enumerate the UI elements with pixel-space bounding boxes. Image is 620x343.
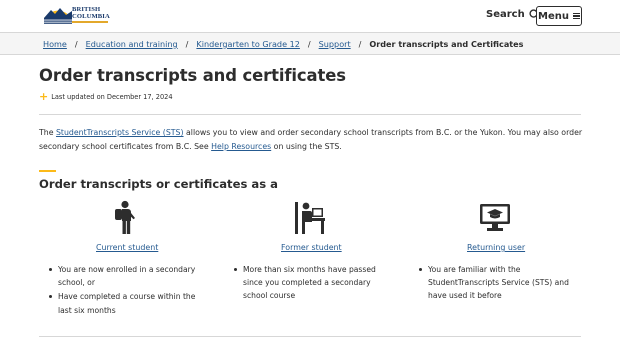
breadcrumb-k12[interactable]: Kindergarten to Grade 12	[196, 38, 300, 50]
search-button[interactable]: Search	[486, 9, 540, 20]
logo-wordmark: BRITISH COLUMBIA	[72, 6, 110, 20]
search-label: Search	[486, 9, 525, 20]
last-updated-text: Last updated on December 17, 2024	[51, 93, 173, 101]
list-item: More than six months have passed since y…	[224, 263, 394, 303]
intro-paragraph: The StudentTranscripts Service (STS) all…	[39, 126, 584, 153]
returning-user-bullets: You are familiar with the StudentTranscr…	[409, 263, 579, 304]
breadcrumb-separator: /	[358, 39, 362, 49]
sts-link[interactable]: StudentTranscripts Service (STS)	[56, 128, 184, 137]
computer-graduation-cap-icon	[480, 204, 510, 231]
breadcrumb-current: Order transcripts and Certificates	[369, 39, 524, 49]
divider	[39, 336, 581, 337]
logo-line-1: BRITISH	[72, 6, 101, 13]
breadcrumb-separator: /	[74, 39, 78, 49]
current-student-link[interactable]: Current student	[96, 243, 158, 252]
breadcrumb-separator: /	[185, 39, 189, 49]
list-item: You are familiar with the StudentTranscr…	[409, 263, 579, 303]
breadcrumb: Home / Education and training / Kinderga…	[43, 38, 523, 50]
bc-gov-logo[interactable]: BRITISH COLUMBIA	[44, 5, 110, 25]
desk-person-icon	[295, 202, 325, 234]
site-header: BRITISH COLUMBIA Search Menu	[0, 0, 620, 32]
bc-sun-mountain-icon	[44, 8, 72, 24]
intro-text-a: The	[39, 128, 56, 137]
current-student-bullets: You are now enrolled in a secondary scho…	[39, 263, 209, 318]
logo-underline	[72, 21, 108, 23]
section-accent-bar	[39, 170, 56, 172]
menu-label: Menu	[538, 10, 569, 22]
former-student-bullets: More than six months have passed since y…	[224, 263, 394, 304]
intro-text-c: on using the STS.	[271, 141, 342, 151]
menu-button[interactable]: Menu	[536, 6, 582, 26]
list-item: You are now enrolled in a secondary scho…	[39, 263, 209, 289]
breadcrumb-bar: Home / Education and training / Kinderga…	[0, 32, 620, 55]
student-backpack-icon	[115, 200, 135, 234]
logo-line-2: COLUMBIA	[72, 13, 110, 20]
divider	[39, 114, 581, 115]
help-resources-link[interactable]: Help Resources	[211, 142, 271, 151]
breadcrumb-education[interactable]: Education and training	[86, 38, 178, 50]
returning-user-link[interactable]: Returning user	[467, 243, 525, 252]
plus-icon: +	[39, 90, 49, 103]
section-heading: Order transcripts or certificates as a	[39, 177, 278, 191]
list-item: Have completed a course within the last …	[39, 290, 209, 316]
page-title: Order transcripts and certificates	[39, 66, 346, 85]
former-student-link[interactable]: Former student	[281, 243, 342, 252]
breadcrumb-support[interactable]: Support	[319, 38, 351, 50]
last-updated: + Last updated on December 17, 2024	[39, 90, 173, 103]
hamburger-icon	[572, 12, 580, 20]
breadcrumb-separator: /	[307, 39, 311, 49]
breadcrumb-home[interactable]: Home	[43, 38, 67, 50]
